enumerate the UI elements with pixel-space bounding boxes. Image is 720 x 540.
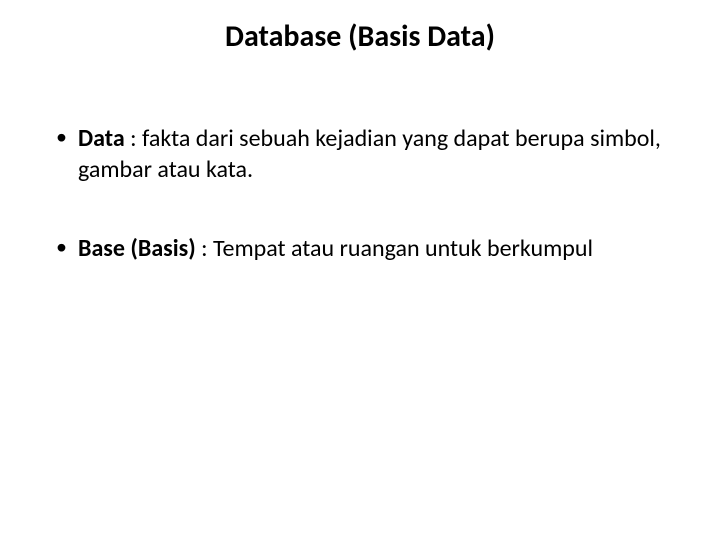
bullet-list: Data : fakta dari sebuah kejadian yang d… (50, 123, 670, 265)
definition-text: : fakta dari sebuah kejadian yang dapat … (78, 124, 661, 184)
slide-title: Database (Basis Data) (50, 18, 670, 55)
slide-container: Database (Basis Data) Data : fakta dari … (0, 0, 720, 540)
list-item: Base (Basis) : Tempat atau ruangan untuk… (50, 233, 670, 264)
term-text: Data (78, 124, 125, 153)
list-item: Data : fakta dari sebuah kejadian yang d… (50, 123, 670, 185)
term-text: Base (Basis) (78, 234, 196, 263)
definition-text: : Tempat atau ruangan untuk berkumpul (196, 234, 593, 263)
